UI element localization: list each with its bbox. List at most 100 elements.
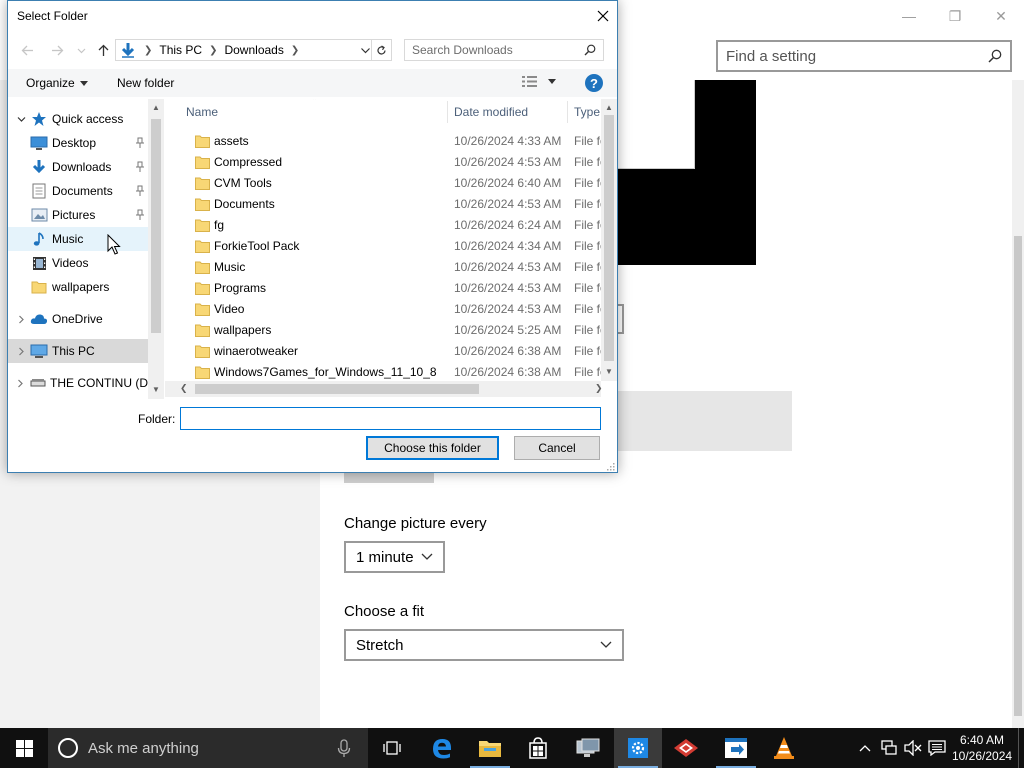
column-divider[interactable] [447, 101, 448, 123]
settings-scroll-thumb[interactable] [1014, 236, 1022, 716]
nav-item-documents[interactable]: Documents [8, 179, 148, 203]
file-row[interactable]: assets 10/26/2024 4:33 AM File fol [165, 131, 601, 152]
forward-button[interactable] [48, 41, 66, 59]
taskbar-app-vlc[interactable] [760, 728, 808, 768]
start-button[interactable] [0, 728, 48, 768]
change-view-button[interactable] [522, 75, 556, 88]
file-row[interactable]: fg 10/26/2024 6:24 AM File fol [165, 215, 601, 236]
scroll-left-arrow-icon[interactable]: ❮ [180, 383, 188, 394]
volume-muted-icon[interactable] [904, 739, 922, 757]
new-folder-button[interactable]: New folder [117, 76, 174, 90]
file-list-hscrollbar[interactable]: ❮ ❯ [165, 381, 603, 397]
nav-item-label: Quick access [52, 112, 124, 126]
scroll-down-arrow-icon[interactable]: ▼ [604, 367, 614, 376]
caret-down-icon [79, 80, 88, 86]
taskbar-app-settings[interactable] [614, 728, 662, 768]
file-row[interactable]: ForkieTool Pack 10/26/2024 4:34 AM File fo… [165, 236, 601, 257]
network-icon[interactable] [880, 739, 898, 757]
breadcrumb-downloads[interactable]: Downloads [224, 43, 283, 57]
nav-item-desktop[interactable]: Desktop [8, 131, 148, 155]
taskbar-app-window[interactable] [712, 728, 760, 768]
taskbar-app-edge[interactable] [418, 728, 466, 768]
file-name: Documents [214, 197, 275, 211]
file-row[interactable]: CVM Tools 10/26/2024 6:40 AM File fol [165, 173, 601, 194]
breadcrumb-separator: ❯ [209, 44, 218, 56]
microphone-icon[interactable] [334, 738, 354, 758]
resize-grip-icon[interactable] [605, 461, 615, 471]
address-bar[interactable]: ❯ This PC ❯ Downloads ❯ [115, 39, 372, 61]
taskbar-app-toolbox[interactable] [662, 728, 710, 768]
nav-item-downloads[interactable]: Downloads [8, 155, 148, 179]
recent-locations-button[interactable] [72, 41, 90, 59]
expand-icon[interactable] [13, 315, 29, 324]
taskbar-app-remote-desktop[interactable] [564, 728, 612, 768]
action-center-icon[interactable] [928, 739, 946, 757]
folder-input[interactable] [180, 407, 601, 430]
column-type[interactable]: Type [574, 105, 600, 119]
file-row[interactable]: Documents 10/26/2024 4:53 AM File fol [165, 194, 601, 215]
cancel-button[interactable]: Cancel [514, 436, 600, 460]
nav-item-pictures[interactable]: Pictures [8, 203, 148, 227]
restore-button[interactable]: ❐ [932, 0, 978, 32]
show-desktop-button[interactable] [1018, 728, 1024, 768]
taskbar-app-store[interactable] [514, 728, 562, 768]
nav-item-label: Videos [52, 256, 89, 270]
address-dropdown-button[interactable] [358, 43, 372, 57]
column-name[interactable]: Name [186, 105, 218, 119]
scroll-right-arrow-icon[interactable]: ❯ [595, 383, 603, 394]
refresh-icon [377, 44, 386, 54]
file-row[interactable]: Video 10/26/2024 4:53 AM File fol [165, 299, 601, 320]
breadcrumb-separator: ❯ [290, 44, 300, 56]
close-button[interactable]: ✕ [978, 0, 1024, 32]
nav-scrollbar[interactable]: ▲ ▼ [148, 99, 164, 399]
arrow-left-icon [21, 45, 33, 55]
nav-item-videos[interactable]: Videos [8, 251, 148, 275]
help-button[interactable]: ? [585, 74, 603, 92]
nav-scroll-thumb[interactable] [151, 119, 161, 333]
file-date-modified: 10/26/2024 4:33 AM [454, 134, 562, 148]
file-type: File fol [574, 239, 601, 253]
file-row[interactable]: winaerotweaker 10/26/2024 6:38 AM File fol [165, 341, 601, 362]
settings-search-input[interactable]: Find a setting [716, 40, 1012, 72]
expand-icon[interactable] [13, 379, 28, 388]
nav-item-onedrive[interactable]: OneDrive [8, 307, 148, 331]
nav-item-this-pc[interactable]: This PC [8, 339, 148, 363]
column-date-modified[interactable]: Date modified [454, 105, 528, 119]
pin-icon [136, 209, 144, 220]
pin-icon [136, 185, 144, 196]
expand-icon[interactable] [13, 347, 29, 356]
nav-item-quick-access[interactable]: Quick access [8, 107, 148, 131]
dialog-search-input[interactable]: Search Downloads [404, 39, 604, 61]
taskbar-app-file-explorer[interactable] [466, 728, 514, 768]
refresh-button[interactable] [372, 39, 392, 61]
organize-button[interactable]: Organize [26, 76, 88, 90]
file-row[interactable]: Music 10/26/2024 4:53 AM File fol [165, 257, 601, 278]
up-button[interactable] [94, 41, 112, 59]
change-picture-dropdown[interactable]: 1 minute [344, 541, 445, 573]
column-divider[interactable] [567, 101, 568, 123]
file-row[interactable]: Compressed 10/26/2024 4:53 AM File fol [165, 152, 601, 173]
file-row[interactable]: Programs 10/26/2024 4:53 AM File fol [165, 278, 601, 299]
clock[interactable]: 6:40 AM 10/26/2024 [952, 732, 1012, 764]
file-list-hscroll-thumb[interactable] [195, 384, 479, 394]
task-view-button[interactable] [368, 728, 416, 768]
file-list-vscroll-thumb[interactable] [604, 115, 614, 361]
nav-item-wallpapers[interactable]: wallpapers [8, 275, 148, 299]
scroll-down-arrow-icon[interactable]: ▼ [151, 385, 161, 395]
nav-item-drive-d[interactable]: THE CONTINU (D [8, 371, 148, 395]
cortana-search-box[interactable]: Ask me anything [48, 728, 368, 768]
breadcrumb-this-pc[interactable]: This PC [159, 43, 202, 57]
back-button[interactable] [18, 41, 36, 59]
expand-icon[interactable] [13, 115, 29, 124]
file-row[interactable]: Windows7Games_for_Windows_11_10_8 10/26/2… [165, 362, 601, 383]
scroll-up-arrow-icon[interactable]: ▲ [604, 103, 614, 112]
file-list-vscrollbar[interactable]: ▲ ▼ [601, 99, 617, 381]
scroll-up-arrow-icon[interactable]: ▲ [151, 103, 161, 113]
choose-this-folder-button[interactable]: Choose this folder [366, 436, 499, 460]
minimize-button[interactable]: — [886, 0, 932, 32]
dialog-close-button[interactable] [587, 1, 618, 31]
choose-fit-dropdown[interactable]: Stretch [344, 629, 624, 661]
chevron-up-icon[interactable] [856, 739, 874, 757]
file-row[interactable]: wallpapers 10/26/2024 5:25 AM File fol [165, 320, 601, 341]
nav-item-music[interactable]: Music [8, 227, 148, 251]
